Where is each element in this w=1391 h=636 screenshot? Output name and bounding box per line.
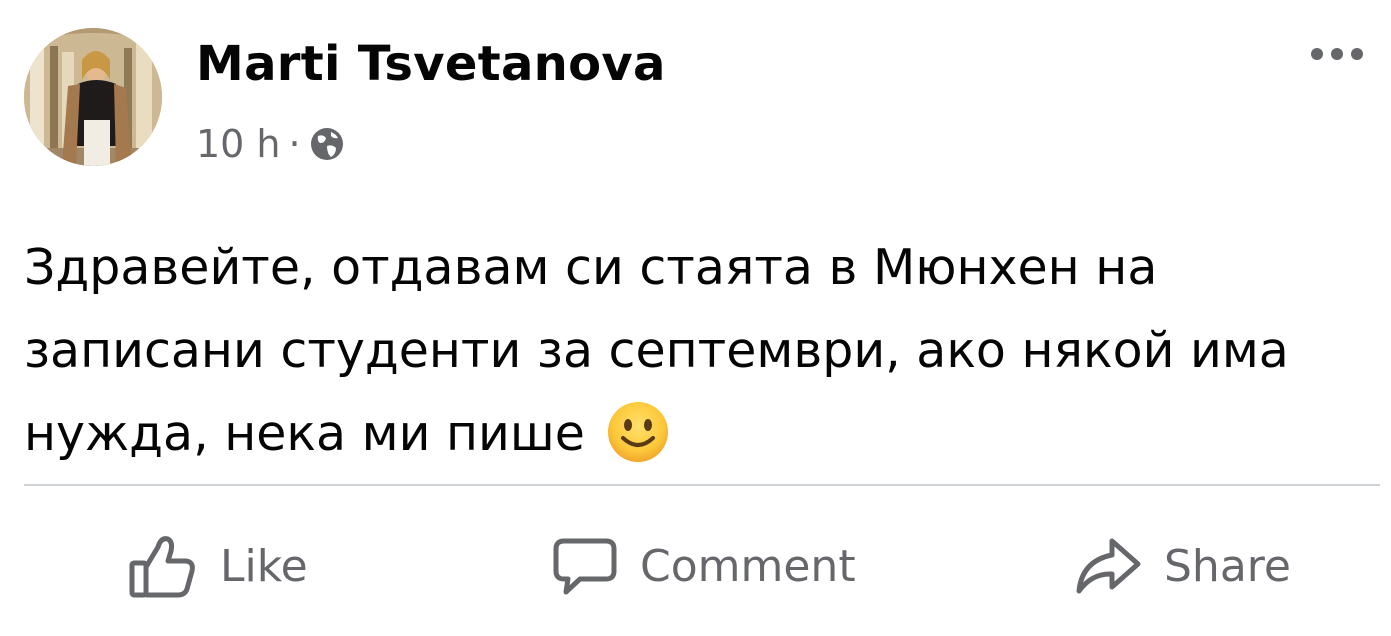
post-message: Здравейте, отдавам си стаята в Мюнхен на… [24, 226, 1369, 475]
comment-button[interactable]: Comment [552, 528, 856, 604]
post-action-bar: Like Comment Share [0, 520, 1391, 610]
comment-label: Comment [640, 540, 856, 592]
share-button[interactable]: Share [1074, 528, 1291, 604]
post-header: Marti Tsvetanova 10 h · [24, 28, 1367, 168]
slightly-smiling-face-emoji [606, 400, 670, 464]
post-meta: 10 h · [196, 122, 345, 166]
comment-bubble-icon [553, 538, 617, 595]
share-label: Share [1164, 540, 1291, 592]
more-options-icon[interactable] [1307, 40, 1367, 68]
avatar-photo [24, 28, 162, 166]
thumbs-up-icon [129, 536, 195, 598]
globe-icon[interactable] [309, 126, 345, 162]
like-label: Like [220, 540, 308, 592]
meta-separator: · [288, 122, 301, 166]
author-name[interactable]: Marti Tsvetanova [196, 36, 666, 92]
post-divider [24, 484, 1380, 486]
avatar[interactable] [24, 28, 162, 166]
like-button[interactable]: Like [128, 528, 308, 604]
post-timestamp[interactable]: 10 h [196, 122, 281, 166]
share-arrow-icon [1076, 538, 1141, 594]
